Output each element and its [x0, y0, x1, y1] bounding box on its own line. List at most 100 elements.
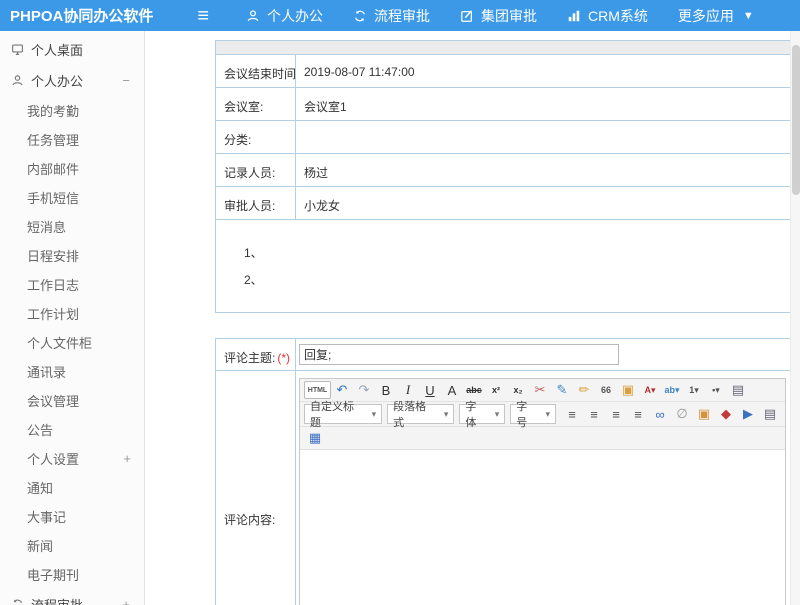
rich-text-editor: HTML ↶ ↷ B I U [299, 378, 786, 605]
meeting-detail-table: 会议结束时间: 2019-08-07 11:47:00 会议室: 会议室1 分类… [215, 40, 791, 313]
collapse-icon[interactable]: − [122, 73, 132, 88]
comment-form-table: 评论主题:(*) 评论内容: HTML [215, 338, 791, 605]
sidebar-item-label: 个人文件柜 [27, 333, 92, 352]
top-nav: 个人办公 流程审批 集团审批 CRM系统 更多应用 [231, 0, 769, 31]
sidebar-item[interactable]: 大事记 [0, 502, 144, 531]
sidebar-item[interactable]: 我的考勤 [0, 96, 144, 125]
sidebar-item-label: 通讯录 [27, 362, 66, 381]
editor-button[interactable]: ∅ [671, 405, 693, 423]
editor-button[interactable]: I [397, 381, 419, 399]
editor-button[interactable]: ✏ [573, 381, 595, 399]
person-icon [11, 74, 24, 87]
app-title: PHPOA协同办公软件 [10, 5, 153, 26]
editor-button[interactable]: x² [485, 381, 507, 399]
sidebar-item[interactable]: 内部邮件 [0, 154, 144, 183]
field-label: 审批人员: [216, 187, 296, 219]
sidebar-item[interactable]: 公告 [0, 415, 144, 444]
nav-crm-system[interactable]: CRM系统 [552, 0, 663, 31]
nav-group-approval[interactable]: 集团审批 [445, 0, 552, 31]
editor-button[interactable]: A [441, 381, 463, 399]
editor-toolbar-row-3: ▦ [300, 427, 785, 450]
sidebar-item[interactable]: 个人设置 + [0, 444, 144, 473]
editor-button[interactable]: ∞ [649, 405, 671, 423]
sidebar-item-label: 内部邮件 [27, 159, 79, 178]
editor-toolbar: HTML ↶ ↷ B I U [300, 379, 785, 450]
editor-button[interactable]: ✂ [529, 381, 551, 399]
sidebar-item[interactable]: 工作日志 [0, 270, 144, 299]
select-value: 段落格式 [393, 398, 436, 430]
hamburger-menu-icon[interactable]: ≡ [197, 6, 209, 26]
editor-button[interactable]: ≡ [605, 405, 627, 423]
editor-button[interactable]: HTML [304, 381, 331, 399]
sidebar-item[interactable]: 个人文件柜 [0, 328, 144, 357]
sidebar-item[interactable]: 通讯录 [0, 357, 144, 386]
nav-more-apps[interactable]: 更多应用 ▼ [663, 0, 769, 31]
table-row: 审批人员: 小龙女 [216, 187, 790, 220]
editor-button[interactable]: B [375, 381, 397, 399]
sidebar-item-personal-office[interactable]: 个人办公 − [0, 65, 144, 96]
sidebar-item[interactable]: 日程安排 [0, 241, 144, 270]
sidebar-item[interactable]: 手机短信 [0, 183, 144, 212]
editor-button[interactable]: ◆ [715, 405, 737, 423]
table-row: 会议室: 会议室1 [216, 88, 790, 121]
scrollbar-thumb[interactable] [792, 45, 800, 195]
table-row: 记录人员: 杨过 [216, 154, 790, 187]
editor-button[interactable]: ✎ [551, 381, 573, 399]
vertical-scrollbar[interactable] [790, 31, 800, 605]
nav-process-approval[interactable]: 流程审批 [338, 0, 445, 31]
editor-button[interactable]: ↶ [331, 381, 353, 399]
insert-table-button[interactable]: ▦ [304, 429, 326, 447]
sidebar-item-label: 手机短信 [27, 188, 79, 207]
sidebar-item-label: 公告 [27, 420, 53, 439]
chevron-down-icon: ▾ [372, 409, 377, 420]
editor-button[interactable]: 66 [595, 381, 617, 399]
editor-button[interactable]: ▤ [727, 381, 749, 399]
editor-button[interactable]: 1▾ [683, 381, 705, 399]
edit-square-icon [460, 9, 474, 23]
sidebar-item-personal-desktop[interactable]: 个人桌面 [0, 34, 144, 65]
nav-label: CRM系统 [588, 6, 648, 26]
editor-format-select[interactable]: 段落格式 ▾ [387, 404, 454, 424]
sidebar-item[interactable]: 会议管理 [0, 386, 144, 415]
editor-button[interactable]: A▾ [639, 381, 661, 399]
sidebar-item-process-approval[interactable]: 流程审批 + [0, 589, 144, 605]
sidebar-item[interactable]: 通知 [0, 473, 144, 502]
editor-content-area[interactable] [300, 450, 785, 605]
editor-button[interactable]: abc [463, 381, 485, 399]
editor-button[interactable]: ≡ [583, 405, 605, 423]
sidebar-item[interactable]: 新闻 [0, 531, 144, 560]
sidebar-item[interactable]: 工作计划 [0, 299, 144, 328]
editor-button[interactable]: U [419, 381, 441, 399]
table-row: 分类: [216, 121, 790, 154]
sidebar-item[interactable]: 电子期刊 [0, 560, 144, 589]
editor-button[interactable]: ▶ [737, 405, 759, 423]
content-line: 1、 [244, 240, 790, 267]
sidebar-item[interactable]: 任务管理 [0, 125, 144, 154]
required-mark: (*) [277, 351, 290, 365]
editor-button[interactable]: ▣ [617, 381, 639, 399]
sidebar-item[interactable]: 短消息 [0, 212, 144, 241]
editor-format-select[interactable]: 自定义标题 ▾ [304, 404, 382, 424]
editor-button[interactable]: ↷ [353, 381, 375, 399]
expand-icon[interactable]: + [123, 451, 144, 466]
editor-button[interactable]: ≡ [627, 405, 649, 423]
sidebar-item-label: 电子期刊 [27, 565, 79, 584]
editor-button[interactable]: x₂ [507, 381, 529, 399]
editor-button[interactable]: ▤ [759, 405, 781, 423]
nav-personal-office[interactable]: 个人办公 [231, 0, 338, 31]
field-label: 分类: [216, 121, 296, 153]
sidebar-section-label: 流程审批 [31, 595, 83, 605]
editor-format-select[interactable]: 字体 ▾ [459, 404, 505, 424]
table-row-partial [216, 41, 790, 55]
field-label: 记录人员: [216, 154, 296, 186]
expand-icon[interactable]: + [122, 597, 132, 605]
comment-subject-input[interactable] [299, 344, 619, 365]
editor-format-select[interactable]: 字号 ▾ [510, 404, 556, 424]
editor-button[interactable]: ab▾ [661, 381, 683, 399]
chevron-down-icon: ▾ [545, 409, 550, 420]
editor-button[interactable]: ▣ [693, 405, 715, 423]
sidebar-item-label: 新闻 [27, 536, 53, 555]
editor-button[interactable]: •▾ [705, 381, 727, 399]
editor-insert-icons: ≡ ≡ ≡ ≡ ∞ [561, 405, 781, 423]
editor-button[interactable]: ≡ [561, 405, 583, 423]
